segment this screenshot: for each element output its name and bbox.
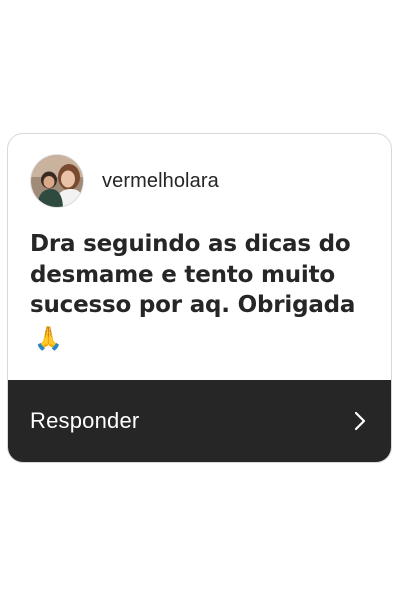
message-text: Dra seguindo as dicas do desmame e tento… (30, 229, 375, 354)
message-header: vermelholara (30, 154, 219, 208)
praying-hands-emoji: 🙏 (34, 325, 63, 352)
reply-button[interactable]: Responder (8, 380, 391, 462)
username[interactable]: vermelholara (102, 170, 219, 193)
reply-label: Responder (30, 408, 140, 433)
chevron-right-icon (353, 410, 367, 432)
message-card: vermelholara Dra seguindo as dicas do de… (7, 133, 392, 463)
avatar[interactable] (30, 154, 84, 208)
message-body: Dra seguindo as dicas do desmame e tento… (30, 231, 356, 318)
avatar-photo-icon (31, 155, 83, 207)
